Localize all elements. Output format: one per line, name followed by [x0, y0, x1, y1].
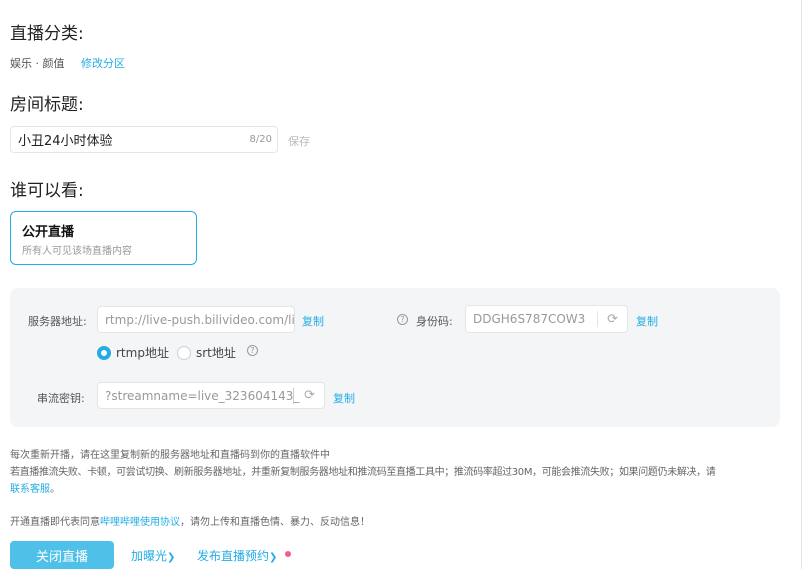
radio-checked-icon	[97, 345, 111, 360]
chevron-right-icon: ❯	[269, 552, 278, 563]
server-address-input[interactable]: rtmp://live-push.bilivideo.com/live-	[97, 306, 295, 333]
divider	[597, 311, 598, 327]
visibility-heading: 谁可以看:	[10, 181, 84, 201]
divider	[293, 388, 294, 404]
radio-rtmp[interactable]: rtmp地址	[97, 344, 169, 361]
category-value: 娱乐 · 颜值	[10, 57, 65, 70]
card-desc: 所有人可见该场直播内容	[22, 246, 132, 257]
tip-line-1: 每次重新开播，请在这里复制新的服务器地址和直播码到你的直播软件中	[10, 450, 330, 461]
schedule-link[interactable]: 发布直播预约❯	[197, 547, 277, 564]
server-label: 服务器地址:	[28, 315, 87, 328]
radio-rtmp-label: rtmp地址	[116, 346, 169, 360]
refresh-icon[interactable]: ⟳	[607, 312, 618, 327]
stream-key-label: 串流密钥:	[37, 392, 85, 405]
radio-unchecked-icon	[177, 345, 191, 360]
card-title: 公开直播	[22, 225, 75, 240]
copy-key-button[interactable]: 复制	[333, 390, 355, 406]
room-title-value: 小丑24小时体验	[18, 134, 113, 149]
tip-end: 。	[50, 484, 60, 495]
help-icon[interactable]: ?	[247, 345, 258, 356]
agreement-text: 开通直播即代表同意哔哩哔哩使用协议，请勿上传和直播色情、暴力、反动信息！	[10, 513, 370, 528]
char-counter: 8/20	[249, 134, 272, 145]
copy-server-button[interactable]: 复制	[302, 313, 324, 329]
agree-pre: 开通直播即代表同意	[10, 517, 100, 528]
category-heading: 直播分类:	[10, 24, 84, 44]
radio-srt[interactable]: srt地址	[177, 344, 236, 361]
room-title-input[interactable]: 小丑24小时体验 8/20	[10, 126, 278, 153]
boost-label: 加曝光	[131, 549, 168, 563]
schedule-label: 发布直播预约	[197, 549, 270, 563]
help-icon[interactable]: ?	[397, 314, 408, 325]
server-address-value: rtmp://live-push.bilivideo.com/live-	[105, 312, 295, 327]
agree-post: ，请勿上传和直播色情、暴力、反动信息！	[180, 517, 370, 528]
tip-line-2: 若直播推流失败、卡顿，可尝试切换、刷新服务器地址，并重新复制服务器地址和推流码至…	[10, 467, 716, 478]
agreement-link[interactable]: 哔哩哔哩使用协议	[100, 517, 180, 528]
stream-key-input[interactable]: ?streamname=live_323604143_7( ⟳	[97, 382, 325, 409]
right-border	[801, 0, 802, 569]
id-code-input[interactable]: DDGH6S787COW3 ⟳	[465, 305, 628, 333]
chevron-right-icon: ❯	[167, 552, 176, 563]
close-live-button[interactable]: 关闭直播	[10, 541, 114, 569]
contact-support-link[interactable]: 联系客服	[10, 484, 50, 495]
refresh-icon[interactable]: ⟳	[300, 388, 315, 403]
edit-category-link[interactable]: 修改分区	[81, 55, 125, 71]
copy-id-button[interactable]: 复制	[636, 313, 658, 329]
public-live-card[interactable]: 公开直播 所有人可见该场直播内容	[10, 211, 197, 265]
stream-key-value: ?streamname=live_323604143_7(	[105, 388, 312, 403]
boost-link[interactable]: 加曝光❯	[131, 547, 175, 564]
room-title-heading: 房间标题:	[10, 95, 84, 115]
id-code-value: DDGH6S787COW3	[473, 312, 586, 326]
notification-dot	[285, 551, 291, 557]
radio-srt-label: srt地址	[196, 346, 236, 360]
save-button[interactable]: 保存	[288, 133, 310, 149]
id-code-label: 身份码:	[416, 315, 453, 328]
